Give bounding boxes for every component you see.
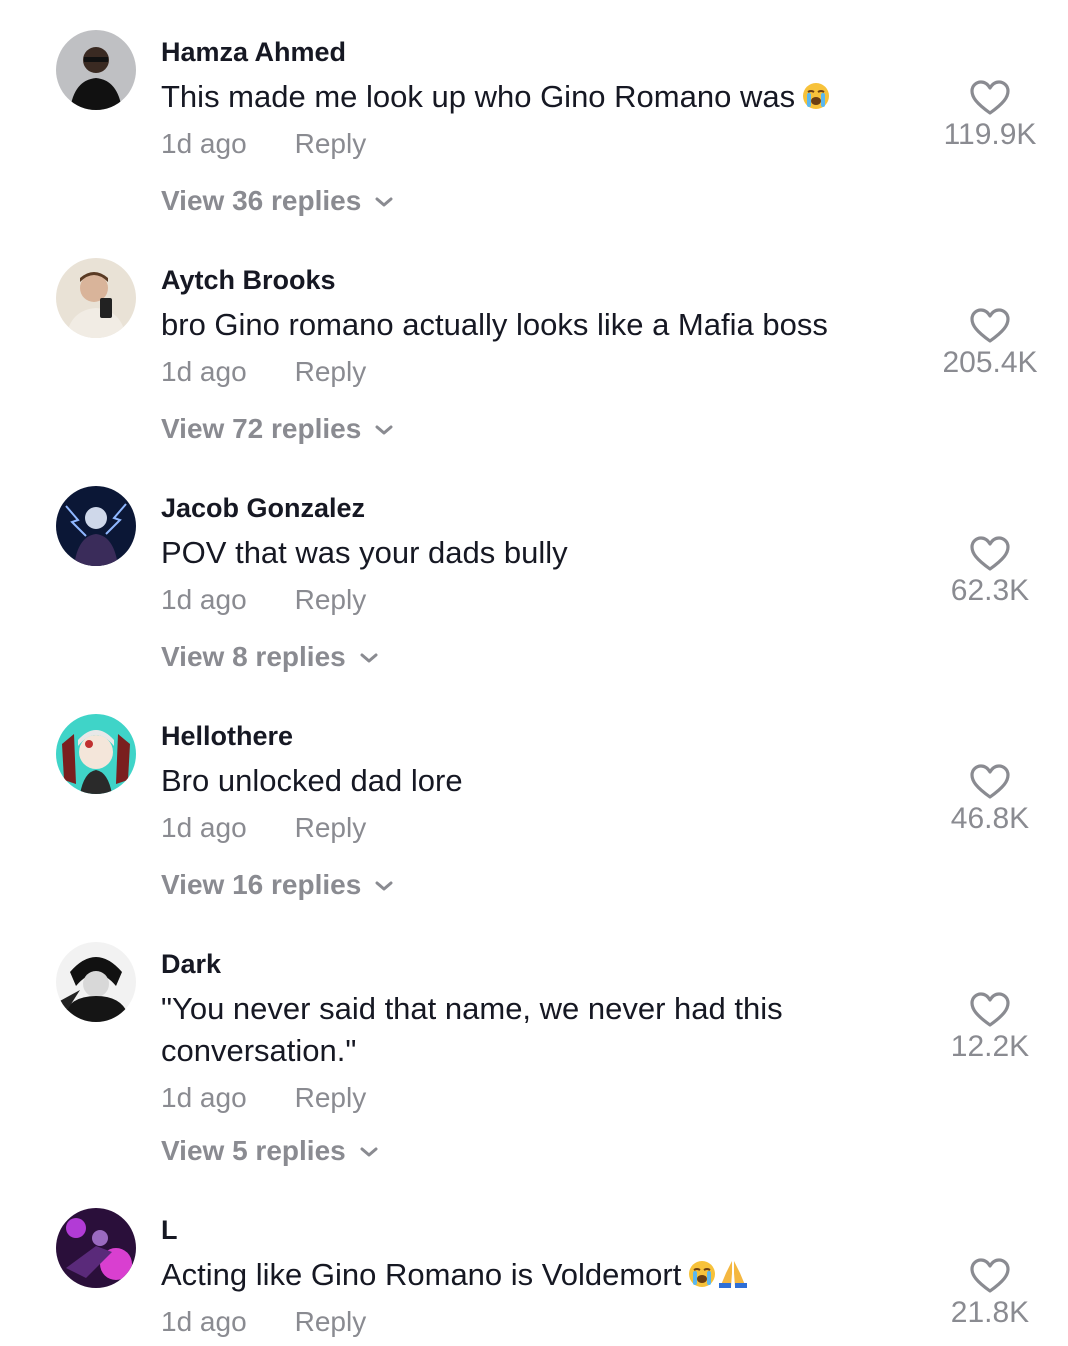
comment-text: "You never said that name, we never had …: [161, 988, 841, 1072]
avatar[interactable]: [56, 714, 136, 794]
chevron-down-icon: [358, 640, 380, 672]
view-replies-button[interactable]: View 16 replies: [161, 868, 395, 901]
comment-username[interactable]: Hellothere: [161, 721, 293, 752]
heart-icon[interactable]: [970, 308, 1010, 344]
like-count: 205.4K: [942, 346, 1038, 379]
comment-item: Hellothere Bro unlocked dad lore 1d ago R…: [0, 684, 1068, 912]
comment-time: 1d ago: [161, 128, 247, 159]
like-control: 46.8K: [920, 764, 1060, 836]
comment-username[interactable]: Dark: [161, 949, 221, 980]
loudly-crying-face-icon: [801, 80, 831, 122]
comment-text: Acting like Gino Romano is Voldemort: [161, 1254, 901, 1300]
comment-text: Bro unlocked dad lore: [161, 760, 901, 802]
chevron-down-icon: [373, 412, 395, 444]
comment-text-content: Bro unlocked dad lore: [161, 763, 463, 798]
comment-text: POV that was your dads bully: [161, 532, 901, 574]
like-count: 12.2K: [950, 1030, 1030, 1063]
avatar[interactable]: [56, 1208, 136, 1288]
like-control: 119.9K: [920, 80, 1060, 152]
comment-meta: 1d ago Reply: [161, 128, 366, 160]
heart-icon[interactable]: [970, 764, 1010, 800]
reply-button[interactable]: Reply: [295, 1306, 367, 1337]
comment-username[interactable]: L: [161, 1215, 178, 1246]
heart-icon[interactable]: [970, 992, 1010, 1028]
comment-item: Dark "You never said that name, we never…: [0, 912, 1068, 1180]
view-replies-label: View 5 replies: [161, 1135, 346, 1166]
loudly-crying-face-icon: [687, 1258, 717, 1300]
reply-button[interactable]: Reply: [295, 128, 367, 159]
like-control: 12.2K: [920, 992, 1060, 1064]
comment-item: Jacob Gonzalez POV that was your dads bu…: [0, 456, 1068, 684]
reply-button[interactable]: Reply: [295, 584, 367, 615]
view-replies-button[interactable]: View 72 replies: [161, 412, 395, 445]
comment-text: bro Gino romano actually looks like a Ma…: [161, 304, 901, 346]
comment-item: L Acting like Gino Romano is Voldemort 1…: [0, 1178, 1068, 1346]
view-replies-label: View 36 replies: [161, 185, 362, 216]
reply-button[interactable]: Reply: [295, 356, 367, 387]
chevron-down-icon: [373, 184, 395, 216]
comment-username[interactable]: Aytch Brooks: [161, 265, 336, 296]
comment-meta: 1d ago Reply: [161, 812, 366, 844]
comment-item: Aytch Brooks bro Gino romano actually lo…: [0, 228, 1068, 456]
avatar[interactable]: [56, 30, 136, 110]
like-count: 21.8K: [950, 1296, 1030, 1329]
heart-icon[interactable]: [970, 80, 1010, 116]
comment-username[interactable]: Hamza Ahmed: [161, 37, 346, 68]
comment-text-content: bro Gino romano actually looks like a Ma…: [161, 307, 828, 342]
view-replies-label: View 16 replies: [161, 869, 362, 900]
view-replies-button[interactable]: View 8 replies: [161, 640, 380, 673]
view-replies-label: View 72 replies: [161, 413, 362, 444]
view-replies-button[interactable]: View 5 replies: [161, 1134, 380, 1167]
folded-hands-icon: [717, 1258, 749, 1300]
comment-time: 1d ago: [161, 1082, 247, 1113]
like-control: 21.8K: [920, 1258, 1060, 1330]
avatar[interactable]: [56, 942, 136, 1022]
comment-meta: 1d ago Reply: [161, 1082, 366, 1114]
comment-time: 1d ago: [161, 1306, 247, 1337]
view-replies-button[interactable]: View 36 replies: [161, 184, 395, 217]
avatar[interactable]: [56, 486, 136, 566]
comment-text-content: POV that was your dads bully: [161, 535, 568, 570]
comment-text-content: This made me look up who Gino Romano was: [161, 79, 796, 114]
comment-username[interactable]: Jacob Gonzalez: [161, 493, 365, 524]
like-count: 46.8K: [950, 802, 1030, 835]
chevron-down-icon: [373, 868, 395, 900]
comment-text-content: "You never said that name, we never had …: [161, 991, 783, 1068]
heart-icon[interactable]: [970, 536, 1010, 572]
reply-button[interactable]: Reply: [295, 1082, 367, 1113]
avatar[interactable]: [56, 258, 136, 338]
reply-button[interactable]: Reply: [295, 812, 367, 843]
like-count: 119.9K: [943, 118, 1037, 151]
comment-time: 1d ago: [161, 812, 247, 843]
comment-meta: 1d ago Reply: [161, 1306, 366, 1338]
view-replies-label: View 8 replies: [161, 641, 346, 672]
comment-time: 1d ago: [161, 584, 247, 615]
heart-icon[interactable]: [970, 1258, 1010, 1294]
comment-text: This made me look up who Gino Romano was: [161, 76, 901, 122]
like-control: 205.4K: [920, 308, 1060, 380]
comment-item: Hamza Ahmed This made me look up who Gin…: [0, 0, 1068, 228]
like-control: 62.3K: [920, 536, 1060, 608]
comment-time: 1d ago: [161, 356, 247, 387]
comment-text-content: Acting like Gino Romano is Voldemort: [161, 1257, 682, 1292]
chevron-down-icon: [358, 1134, 380, 1166]
like-count: 62.3K: [950, 574, 1030, 607]
comment-meta: 1d ago Reply: [161, 356, 366, 388]
comment-meta: 1d ago Reply: [161, 584, 366, 616]
